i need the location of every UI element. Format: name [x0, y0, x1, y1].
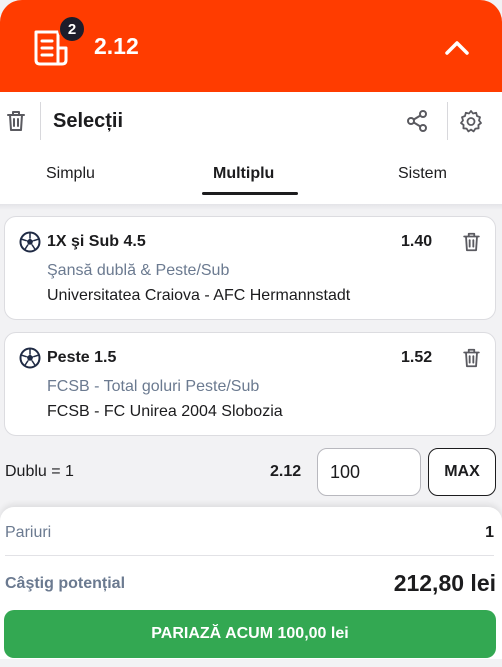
selection-name: Peste 1.5 — [47, 349, 117, 366]
potential-win-label: Câştig potențial — [5, 575, 126, 592]
bets-label: Pariuri — [5, 524, 52, 541]
selection-event: Universitatea Craiova - AFC Hermannstadt — [47, 287, 351, 304]
potential-win-value: 212,80 lei — [393, 570, 496, 596]
bottom-strip — [0, 659, 502, 667]
selection-card[interactable]: 1X şi Sub 4.5 1.40 Şansă dublă & Peste/S… — [4, 216, 496, 320]
trash-icon[interactable] — [461, 231, 482, 253]
tab-sistem[interactable]: Sistem — [398, 165, 447, 183]
selection-event: FCSB - FC Unirea 2004 Slobozia — [47, 403, 283, 420]
trash-icon[interactable] — [461, 347, 482, 369]
tab-multiplu[interactable]: Multiplu — [213, 165, 274, 183]
trash-icon[interactable] — [5, 109, 27, 133]
bet-type-tabs: Simplu Multiplu Sistem — [0, 150, 502, 204]
toolbar-divider — [447, 102, 448, 140]
share-icon[interactable] — [405, 109, 429, 133]
place-bet-button[interactable]: PARIAZĂ ACUM 100,00 lei — [4, 610, 496, 658]
football-icon — [19, 231, 41, 253]
selection-market: Şansă dublă & Peste/Sub — [47, 262, 230, 279]
selections-toolbar: Selecții — [0, 92, 502, 150]
selections-title: Selecții — [53, 110, 124, 132]
max-stake-button[interactable]: MAX — [428, 448, 496, 496]
selection-name: 1X şi Sub 4.5 — [47, 233, 146, 250]
toolbar-divider — [40, 102, 41, 140]
tab-simplu[interactable]: Simplu — [46, 165, 95, 183]
bets-count: 1 — [485, 524, 494, 541]
summary-divider — [5, 555, 494, 556]
football-icon — [19, 347, 41, 369]
stake-input[interactable] — [317, 448, 421, 496]
tabs-shadow — [0, 204, 502, 210]
bet-summary: Pariuri 1 Câştig potențial 212,80 lei PA… — [0, 507, 502, 667]
bet-slip-header[interactable]: 2 2.12 — [0, 0, 502, 92]
gear-icon[interactable] — [459, 109, 483, 133]
selection-card[interactable]: Peste 1.5 1.52 FCSB - Total goluri Peste… — [4, 332, 496, 436]
selection-odds: 1.52 — [401, 349, 433, 366]
selection-count-badge: 2 — [58, 15, 86, 43]
chevron-up-icon[interactable] — [443, 37, 471, 57]
header-total-odds: 2.12 — [94, 33, 139, 59]
combination-label: Dublu = 1 — [5, 463, 74, 480]
selection-market: FCSB - Total goluri Peste/Sub — [47, 378, 260, 395]
active-tab-indicator — [202, 192, 298, 195]
combination-odds: 2.12 — [270, 463, 302, 480]
selection-odds: 1.40 — [401, 233, 433, 250]
